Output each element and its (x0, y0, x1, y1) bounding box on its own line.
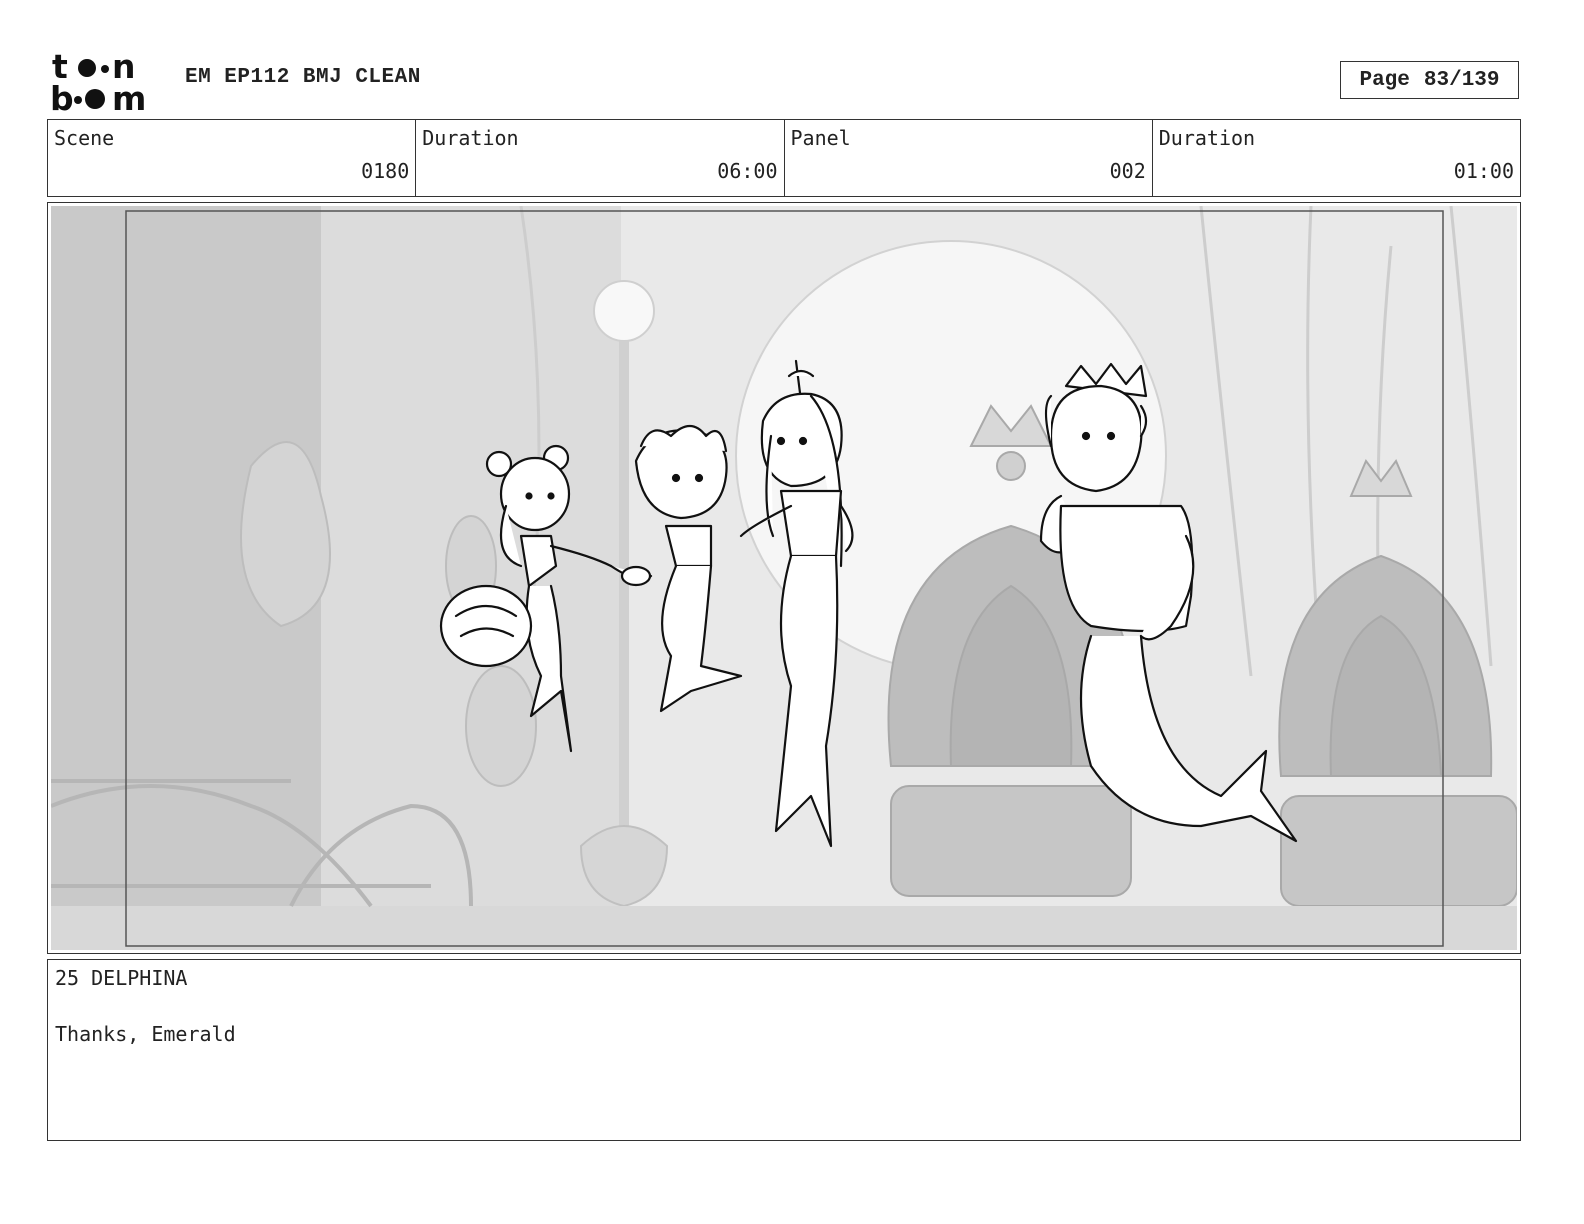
panel-drawing (51, 206, 1517, 950)
panel-duration-label: Duration (1158, 126, 1256, 150)
scene-label: Scene (54, 126, 115, 150)
scene-cell: Scene 0180 (48, 120, 417, 196)
dialogue-text: Thanks, Emerald (55, 1022, 236, 1046)
scene-info-row: Scene 0180 Duration 06:00 Panel 002 Dura… (47, 119, 1521, 197)
panel-duration-value: 01:00 (1453, 159, 1514, 183)
storyboard-panel (47, 202, 1521, 954)
page-number: 83/139 (1423, 68, 1500, 92)
scene-number: 0180 (361, 159, 410, 183)
scene-duration-cell: Duration 06:00 (416, 120, 785, 196)
panel-number: 002 (1109, 159, 1146, 183)
panel-duration-cell: Duration 01:00 (1153, 120, 1520, 196)
floor (51, 906, 1517, 950)
dialogue-box: 25 DELPHINA Thanks, Emerald (47, 959, 1521, 1141)
scene-duration-value: 06:00 (717, 159, 778, 183)
scene-duration-label: Duration (422, 126, 519, 150)
svg-text:b: b (50, 79, 74, 114)
panel-label: Panel (790, 126, 851, 150)
page-indicator: Page 83/139 (1340, 61, 1519, 99)
toon-boom-logo: t n b m (50, 50, 146, 114)
panel-cell: Panel 002 (785, 120, 1153, 196)
page-label: Page (1359, 68, 1410, 92)
document-title: EM EP112 BMJ CLEAN (185, 66, 421, 89)
dialogue-speaker: 25 DELPHINA (55, 966, 188, 990)
svg-text:m: m (112, 79, 146, 114)
